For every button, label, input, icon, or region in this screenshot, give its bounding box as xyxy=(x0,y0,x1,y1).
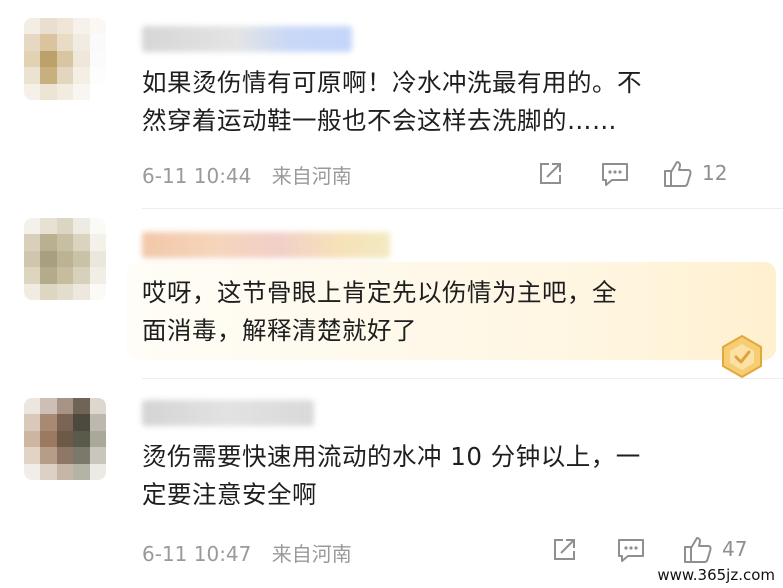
share-button[interactable] xyxy=(550,536,578,564)
avatar[interactable] xyxy=(24,398,106,480)
comment-time: 6-11 10:44 xyxy=(142,164,252,188)
reply-button[interactable] xyxy=(600,160,630,188)
comment-text-line: 如果烫伤情有可原啊！冷水冲洗最有用的。不 xyxy=(142,68,642,97)
divider xyxy=(142,378,783,379)
divider xyxy=(142,208,783,209)
comment-time: 6-11 10:47 xyxy=(142,542,252,566)
comment-icon xyxy=(602,163,628,186)
comment-text-line: 面消毒，解释清楚就好了 xyxy=(142,316,417,345)
like-count: 12 xyxy=(702,161,728,185)
like-button[interactable]: 12 xyxy=(662,157,727,189)
comment-item-1: 如果烫伤情有可原啊！冷水冲洗最有用的。不 然穿着运动鞋一般也不会这样去洗脚的……… xyxy=(0,0,783,210)
comment-location: 来自河南 xyxy=(271,542,352,566)
comment-icon xyxy=(618,539,644,562)
comment-text: 烫伤需要快速用流动的水冲 10 分钟以上，一 定要注意安全啊 xyxy=(142,438,742,514)
comment-meta: 6-11 10:44 来自河南 xyxy=(142,160,352,189)
share-icon xyxy=(554,539,575,560)
comment-item-2: 哎呀，这节骨眼上肯定先以伤情为主吧，全 面消毒，解释清楚就好了 xyxy=(0,210,783,379)
username-blurred[interactable] xyxy=(142,400,314,426)
comment-text: 如果烫伤情有可原啊！冷水冲洗最有用的。不 然穿着运动鞋一般也不会这样去洗脚的…… xyxy=(142,64,742,140)
comment-text-line: 哎呀，这节骨眼上肯定先以伤情为主吧，全 xyxy=(142,278,617,307)
watermark: www.365jz.com xyxy=(657,566,775,584)
comment-text: 哎呀，这节骨眼上肯定先以伤情为主吧，全 面消毒，解释清楚就好了 xyxy=(142,274,742,350)
share-icon xyxy=(540,163,561,184)
comment-meta: 6-11 10:47 来自河南 xyxy=(142,538,352,567)
comment-text-line: 然穿着运动鞋一般也不会这样去洗脚的…… xyxy=(142,106,617,135)
comment-item-3: 烫伤需要快速用流动的水冲 10 分钟以上，一 定要注意安全啊 6-11 10:4… xyxy=(0,380,783,588)
avatar[interactable] xyxy=(24,218,106,300)
gold-badge-icon xyxy=(722,334,762,379)
share-button[interactable] xyxy=(536,160,564,188)
thumbs-up-icon xyxy=(664,161,692,187)
thumbs-up-icon xyxy=(684,537,712,563)
comment-text-line: 烫伤需要快速用流动的水冲 10 分钟以上，一 xyxy=(142,442,641,471)
username-blurred[interactable] xyxy=(142,26,352,52)
comment-location: 来自河南 xyxy=(271,164,352,188)
like-count: 47 xyxy=(722,537,748,561)
like-button[interactable]: 47 xyxy=(682,533,747,565)
avatar[interactable] xyxy=(24,18,106,100)
username-blurred[interactable] xyxy=(142,232,390,258)
comment-text-line: 定要注意安全啊 xyxy=(142,480,317,509)
reply-button[interactable] xyxy=(616,536,646,564)
